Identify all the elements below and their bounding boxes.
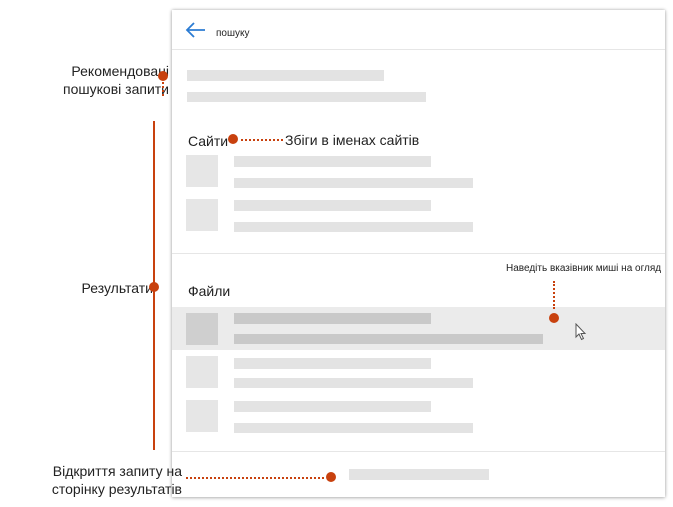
open-results-page-link[interactable] [349, 469, 489, 480]
site-subtitle-1 [234, 178, 473, 188]
file-thumbnail-2 [186, 356, 218, 388]
site-thumbnail-1 [186, 155, 218, 187]
file-title-2[interactable] [234, 358, 431, 369]
suggested-query-1[interactable] [187, 70, 384, 81]
search-panel: пошуку Сайти Файли [172, 10, 665, 497]
open-query-callout: Відкриття запиту на сторінку результатів [52, 462, 182, 498]
results-dot [149, 282, 159, 292]
search-query-text[interactable]: пошуку [216, 28, 250, 39]
file-thumbnail-3 [186, 400, 218, 432]
site-title-1[interactable] [234, 156, 431, 167]
open-query-connector [186, 477, 324, 479]
site-matches-callout: Збіги в іменах сайтів [285, 132, 420, 148]
open-query-line-1: Відкриття запиту на [52, 463, 182, 479]
mouse-cursor-icon [575, 322, 587, 341]
files-section-label: Файли [188, 283, 231, 299]
file-title-1[interactable] [234, 313, 431, 324]
site-subtitle-2 [234, 222, 473, 232]
open-query-dot [326, 472, 336, 482]
files-divider [172, 451, 665, 452]
suggested-queries-line-1: Рекомендовані [71, 63, 169, 79]
hover-preview-connector [553, 281, 555, 309]
site-thumbnail-2 [186, 199, 218, 231]
open-query-line-2: сторінку результатів [51, 481, 182, 497]
hover-preview-dot [549, 313, 559, 323]
file-subtitle-2 [234, 378, 473, 388]
suggested-query-2[interactable] [187, 92, 426, 102]
suggested-queries-line-2: пошукові запити [63, 81, 169, 97]
suggested-queries-connector [162, 82, 164, 96]
file-subtitle-3 [234, 423, 473, 433]
results-callout: Результати [81, 280, 154, 296]
suggested-queries-dot [158, 71, 168, 81]
sites-divider [172, 253, 665, 254]
site-matches-dot [228, 134, 238, 144]
back-arrow-icon[interactable] [185, 21, 207, 39]
file-subtitle-1 [234, 334, 543, 344]
file-thumbnail-1 [186, 313, 218, 345]
suggested-queries-callout: Рекомендовані пошукові запити [63, 62, 169, 98]
hover-preview-callout: Наведіть вказівник миші на огляд [506, 263, 662, 274]
header-divider [172, 49, 665, 50]
sites-section-label: Сайти [188, 133, 229, 149]
site-title-2[interactable] [234, 200, 431, 211]
file-title-3[interactable] [234, 401, 431, 412]
site-matches-connector [241, 139, 283, 141]
